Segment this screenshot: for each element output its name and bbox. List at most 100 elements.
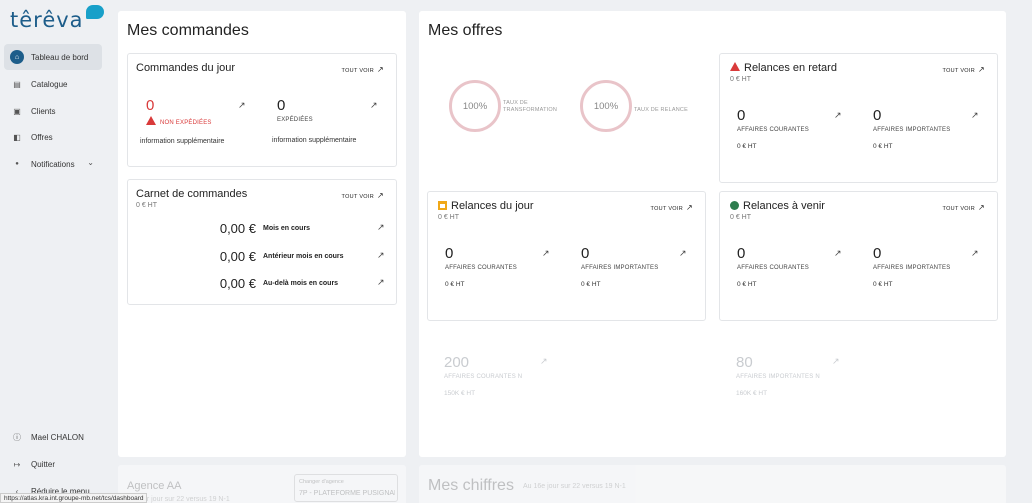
arrow-up-right-icon[interactable]: ↗ (370, 100, 378, 111)
affaires-importantes-label: AFFAIRES IMPORTANTES (581, 265, 659, 271)
commandes-du-jour-card: Commandes du jour TOUT VOIR ↗ 0 ↗ NON EXP… (127, 53, 397, 167)
total-affaires-importantes-value: 80 (736, 354, 753, 371)
arrow-up-right-icon[interactable]: ↗ (834, 110, 842, 121)
arrow-up-right-icon[interactable]: ↗ (377, 250, 385, 261)
offers-icon: ◧ (13, 132, 21, 142)
total-affaires-courantes-value: 200 (444, 354, 470, 371)
chiffres-panel: Mes chiffres Au 16e jour sur 22 versus 1… (419, 465, 1006, 503)
page-title-commandes: Mes commandes (127, 22, 249, 39)
warning-icon (730, 62, 740, 71)
carnet-row-value: 0,00 € (219, 249, 256, 264)
total-affaires-courantes-ht: 150K € HT (444, 390, 476, 397)
sidebar: têrêva ⌂ Tableau de bord ▤ Catalogue ▣ C… (0, 0, 108, 503)
tout-voir-link[interactable]: TOUT VOIR ↗ (342, 65, 384, 74)
expediees-value: 0 (277, 97, 286, 114)
arrow-up-right-icon[interactable]: ↗ (971, 110, 979, 121)
tout-voir-link[interactable]: TOUT VOIR ↗ (943, 65, 985, 74)
non-expediees-label: NON EXPÉDIÉES (146, 116, 212, 126)
card-title: Relances du jour (438, 200, 534, 212)
sidebar-item-label: Tableau de bord (31, 52, 89, 62)
relances-du-jour-card: Relances du jour 0 € HT TOUT VOIR ↗ 0 ↗ A… (427, 191, 706, 321)
card-subtitle: 0 € HT (136, 202, 158, 209)
carnet-row-value: 0,00 € (219, 221, 256, 236)
home-icon: ⌂ (10, 50, 24, 64)
arrow-up-right-icon: ↗ (685, 203, 693, 212)
tout-voir-link[interactable]: TOUT VOIR ↗ (651, 203, 693, 212)
arrow-up-right-icon[interactable]: ↗ (377, 277, 385, 288)
relances-en-retard-card: Relances en retard 0 € HT TOUT VOIR ↗ 0 ↗… (719, 53, 998, 183)
sidebar-item-label: Notifications (31, 159, 75, 169)
taux-transformation-label: TAUX DE TRANSFORMATION (503, 100, 558, 113)
chevron-down-icon[interactable]: ⌄ (87, 158, 94, 167)
relances-a-venir-card: Relances à venir 0 € HT TOUT VOIR ↗ 0 ↗ A… (719, 191, 998, 321)
tereva-logo[interactable]: têrêva (10, 5, 104, 33)
sidebar-item-offres[interactable]: ◧ Offres (4, 124, 102, 150)
total-affaires-importantes-label: AFFAIRES IMPORTANTES N (736, 374, 820, 380)
sidebar-item-tableau-de-bord[interactable]: ⌂ Tableau de bord (4, 44, 102, 70)
arrow-up-right-icon[interactable]: ↗ (540, 356, 548, 367)
arrow-up-right-icon[interactable]: ↗ (832, 356, 840, 367)
card-title: Relances à venir (730, 200, 825, 212)
taux-relance-gauge: 100% (580, 80, 632, 132)
card-subtitle: 0 € HT (730, 214, 752, 221)
warning-icon (146, 116, 156, 125)
card-subtitle: 0 € HT (438, 214, 460, 221)
calendar-icon (438, 201, 447, 210)
agence-select[interactable]: Changer d'agence 7P - PLATEFORME PUSIGNA… (294, 474, 398, 502)
sidebar-item-clients[interactable]: ▣ Clients (4, 98, 102, 124)
sidebar-item-label: Clients (31, 106, 56, 116)
page-title-offres: Mes offres (428, 22, 503, 39)
tout-voir-link[interactable]: TOUT VOIR ↗ (342, 191, 384, 200)
arrow-up-right-icon[interactable]: ↗ (377, 222, 385, 233)
carnet-row-label: Mois en cours (263, 225, 311, 232)
agence-select-value: 7P - PLATEFORME PUSIGNAN (299, 490, 395, 497)
info-text: information supplémentaire (272, 137, 357, 144)
carnet-de-commandes-card: Carnet de commandes 0 € HT TOUT VOIR ↗ 0,… (127, 179, 397, 305)
sidebar-item-label: Catalogue (31, 79, 68, 89)
agence-title: Agence AA (127, 480, 182, 492)
logout-icon: ↦ (13, 459, 21, 469)
agence-panel: Agence AA Au jour jour sur 22 versus 19 … (118, 465, 406, 503)
taux-relance-label: TAUX DE RELANCE (634, 107, 688, 113)
card-title: Commandes du jour (136, 62, 236, 74)
quit-label: Quitter (31, 459, 56, 469)
chiffres-title: Mes chiffres (428, 477, 514, 494)
affaires-courantes-ht: 0 € HT (445, 281, 465, 288)
sidebar-item-label: Offres (31, 132, 53, 142)
arrow-up-right-icon[interactable]: ↗ (834, 248, 842, 259)
carnet-row-label: Antérieur mois en cours (263, 253, 344, 260)
affaires-importantes-value: 0 (581, 245, 590, 262)
quit-button[interactable]: ↦ Quitter (4, 451, 102, 477)
affaires-importantes-value: 0 (873, 107, 882, 124)
expediees-label: EXPÉDIÉES (277, 117, 313, 123)
affaires-courantes-ht: 0 € HT (737, 143, 757, 150)
affaires-importantes-ht: 0 € HT (581, 281, 601, 288)
arrow-up-right-icon[interactable]: ↗ (542, 248, 550, 259)
status-bar-url: https://atlas.kra.int.groupe-mb.net/tcs/… (0, 493, 148, 503)
arrow-up-right-icon[interactable]: ↗ (971, 248, 979, 259)
sidebar-item-notifications[interactable]: ● Notifications ⌄ (4, 151, 102, 177)
chiffres-subtitle: Au 16e jour sur 22 versus 19 N-1 (523, 483, 626, 490)
agence-select-label: Changer d'agence (299, 479, 344, 485)
catalog-icon: ▤ (13, 79, 21, 89)
affaires-importantes-ht: 0 € HT (873, 281, 893, 288)
affaires-courantes-label: AFFAIRES COURANTES (737, 127, 809, 133)
affaires-courantes-value: 0 (737, 245, 746, 262)
taux-transformation-gauge: 100% (449, 80, 501, 132)
affaires-courantes-label: AFFAIRES COURANTES (737, 265, 809, 271)
non-expediees-value: 0 (146, 97, 155, 114)
affaires-courantes-label: AFFAIRES COURANTES (445, 265, 517, 271)
total-affaires-courantes-label: AFFAIRES COURANTES N (444, 374, 523, 380)
info-icon: ⓘ (13, 432, 21, 442)
affaires-importantes-label: AFFAIRES IMPORTANTES (873, 127, 951, 133)
arrow-up-right-icon: ↗ (376, 191, 384, 200)
sidebar-item-catalogue[interactable]: ▤ Catalogue (4, 71, 102, 97)
arrow-up-right-icon[interactable]: ↗ (238, 100, 246, 111)
affaires-importantes-value: 0 (873, 245, 882, 262)
arrow-up-right-icon[interactable]: ↗ (679, 248, 687, 259)
tout-voir-link[interactable]: TOUT VOIR ↗ (943, 203, 985, 212)
sidebar-item-user[interactable]: ⓘ Mael CHALON (4, 424, 102, 450)
card-title: Carnet de commandes (136, 188, 248, 200)
affaires-courantes-value: 0 (737, 107, 746, 124)
user-name: Mael CHALON (31, 432, 84, 442)
